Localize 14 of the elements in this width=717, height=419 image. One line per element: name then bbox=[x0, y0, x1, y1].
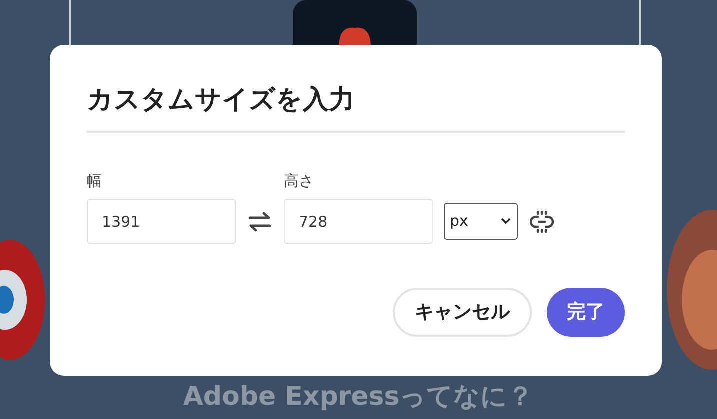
done-button[interactable]: 完了 bbox=[547, 288, 625, 337]
string-line bbox=[639, 0, 641, 45]
size-input[interactable]: 728 bbox=[284, 199, 433, 244]
background-heading: Adobe Expressってなに？ bbox=[183, 381, 534, 414]
field-label: 幅 bbox=[87, 171, 102, 191]
dialog-title: カスタムサイズを入力 bbox=[87, 84, 356, 117]
unlink-icon[interactable] bbox=[530, 210, 554, 232]
unit-select[interactable]: px bbox=[444, 203, 518, 240]
chevron-down-icon bbox=[501, 218, 511, 225]
cancel-button[interactable]: キャンセル bbox=[393, 288, 532, 337]
swap-icon[interactable] bbox=[248, 212, 272, 232]
string-line bbox=[69, 0, 71, 45]
field-label: 高さ bbox=[284, 171, 314, 191]
size-input[interactable]: 1391 bbox=[87, 199, 236, 244]
